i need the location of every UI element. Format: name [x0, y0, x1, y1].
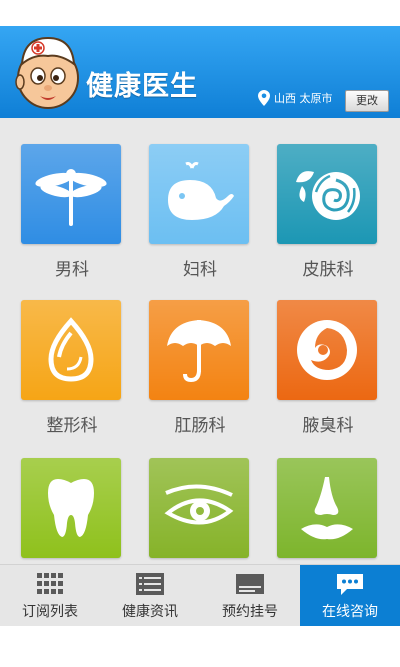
droplet-icon [48, 317, 94, 382]
department-tile-box [21, 458, 121, 558]
department-tile-box [277, 458, 377, 558]
department-label: 肛肠科 [174, 416, 226, 436]
department-tile-box [149, 144, 249, 244]
tab-online-consult[interactable]: 在线咨询 [300, 565, 400, 627]
location-display[interactable]: 山西 太原市 [258, 90, 333, 106]
chat-icon [337, 574, 363, 595]
location-text: 山西 太原市 [274, 92, 333, 105]
tab-appointment[interactable]: 预约挂号 [200, 565, 300, 627]
tab-label: 预约挂号 [222, 604, 278, 620]
bottom-blank-area [0, 626, 400, 667]
bottom-tab-bar: 订阅列表 健康资讯 预约挂号 在线咨询 [0, 564, 400, 627]
list-icon [136, 573, 164, 595]
department-tile-plastic-surgery[interactable]: 整形科 [21, 300, 123, 436]
whale-icon [168, 162, 234, 220]
department-grid: 男科 妇科 皮肤科 整形科 肛肠科 腋臭科 [0, 118, 400, 564]
department-label: 妇科 [183, 260, 217, 280]
department-tile-box [277, 144, 377, 244]
location-pin-icon [258, 90, 270, 106]
department-tile-dermatology[interactable]: 皮肤科 [277, 144, 379, 280]
app-header: 健康医生 山西 太原市 更改 [0, 26, 400, 118]
status-bar-area [0, 0, 400, 26]
tooth-icon [48, 479, 94, 537]
department-label: 腋臭科 [302, 416, 354, 436]
fox-icon [297, 320, 357, 380]
rose-icon [296, 171, 360, 220]
department-tile-body-odor[interactable]: 腋臭科 [277, 300, 379, 436]
department-tile-box [149, 458, 249, 558]
department-tile-box [21, 300, 121, 400]
app-title: 健康医生 [86, 71, 198, 102]
department-tile-gynecology[interactable]: 妇科 [149, 144, 251, 280]
eye-icon [164, 484, 234, 525]
department-tile-box [149, 300, 249, 400]
department-tile-box [277, 300, 377, 400]
department-tile-box [21, 144, 121, 244]
department-label: 男科 [55, 260, 89, 280]
department-tile-andrology[interactable]: 男科 [21, 144, 123, 280]
doctor-mascot-icon [15, 36, 79, 109]
grid-icon [37, 573, 63, 594]
tab-health-news[interactable]: 健康资讯 [100, 565, 200, 627]
umbrella-icon [167, 320, 231, 383]
phone-screen: 健康医生 山西 太原市 更改 男科 妇科 皮肤科 整形科 肛肠科 腋臭科 订阅列… [0, 0, 400, 667]
department-tile-ophthalmology[interactable] [149, 458, 251, 564]
nose-lips-icon [301, 477, 353, 540]
department-tile-dental[interactable] [21, 458, 123, 564]
card-icon [236, 574, 264, 594]
tab-label: 在线咨询 [322, 604, 378, 620]
department-label: 整形科 [46, 416, 98, 436]
dragonfly-icon [35, 169, 107, 226]
department-label: 皮肤科 [302, 260, 354, 280]
tab-label: 订阅列表 [22, 604, 78, 620]
department-tile-proctology[interactable]: 肛肠科 [149, 300, 251, 436]
department-tile-ent[interactable] [277, 458, 379, 564]
tab-subscription-list[interactable]: 订阅列表 [0, 565, 100, 627]
change-location-button[interactable]: 更改 [345, 90, 389, 112]
tab-label: 健康资讯 [122, 604, 178, 620]
